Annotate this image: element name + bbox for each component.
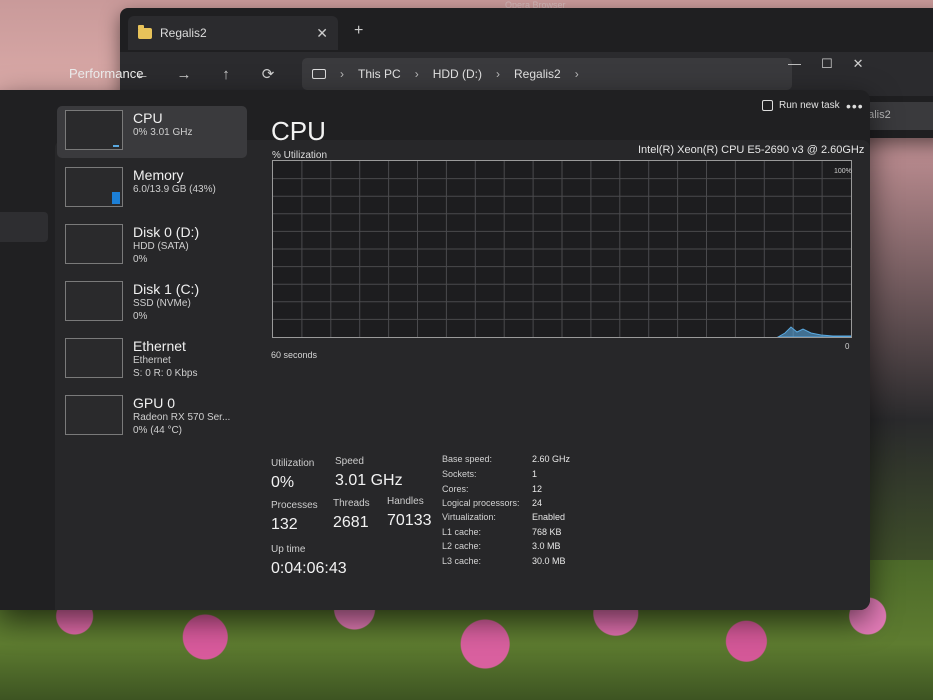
processes-label: Processes (271, 500, 318, 511)
sidebar-item-name: Disk 1 (C:) (133, 281, 200, 297)
spec-value: 1 (532, 469, 538, 479)
forward-arrow-icon[interactable]: → (174, 66, 194, 83)
spec-value: 12 (532, 484, 543, 494)
cpu-thumbnail-graph (65, 110, 123, 150)
sidebar-item-detail: Ethernet (133, 355, 171, 366)
spec-key: L2 cache: (442, 541, 482, 551)
sidebar-item-detail: Radeon RX 570 Ser... (133, 412, 231, 423)
uptime-value: 0:04:06:43 (271, 560, 347, 577)
speed-label: Speed (335, 456, 364, 467)
sidebar-item-detail: 6.0/13.9 GB (43%) (133, 184, 216, 195)
graph-min-label: 0 (845, 342, 850, 351)
processes-value: 132 (271, 516, 298, 533)
sidebar-item-name: Disk 0 (D:) (133, 224, 200, 240)
ethernet-thumbnail-graph (65, 338, 123, 378)
sidebar-item-name: Ethernet (133, 338, 186, 354)
chevron-right-icon: › (496, 67, 501, 81)
cpu-usage-line (776, 326, 851, 337)
sidebar-item-detail: 0% 3.01 GHz (133, 127, 193, 138)
chevron-right-icon: › (340, 67, 344, 81)
gpu-thumbnail-graph (65, 395, 123, 435)
cpu-utilization-graph (272, 160, 852, 338)
explorer-tab-title: Regalis2 (160, 26, 207, 40)
spec-value: Enabled (532, 512, 566, 522)
maximize-button[interactable]: ☐ (821, 56, 833, 72)
handles-value: 70133 (387, 512, 432, 529)
minimize-button[interactable]: — (788, 56, 801, 72)
performance-sidebar: CPU 0% 3.01 GHz Memory 6.0/13.9 GB (43%)… (57, 106, 247, 448)
sidebar-item-memory[interactable]: Memory 6.0/13.9 GB (43%) (57, 163, 247, 215)
close-button[interactable]: ✕ (853, 56, 864, 72)
spec-value: 24 (532, 498, 543, 508)
threads-value: 2681 (333, 514, 369, 531)
computer-icon (312, 69, 326, 79)
spec-value: 2.60 GHz (532, 454, 571, 464)
nav-strip (0, 212, 48, 242)
explorer-tab[interactable]: Regalis2 ✕ (128, 16, 338, 50)
folder-icon (138, 24, 152, 39)
handles-label: Handles (387, 496, 424, 507)
sidebar-item-name: CPU (133, 110, 163, 126)
sidebar-item-detail: 0% (44 °C) (133, 425, 183, 436)
spec-key: Cores: (442, 484, 469, 494)
sidebar-item-detail: SSD (NVMe) (133, 298, 191, 309)
address-bar[interactable]: › This PC › HDD (D:) › Regalis2 › (302, 58, 792, 90)
window-title: Performance (69, 66, 144, 81)
sidebar-item-detail: HDD (SATA) (133, 241, 189, 252)
utilization-label: Utilization (271, 458, 315, 469)
breadcrumb-regalis2[interactable]: Regalis2 (514, 67, 561, 81)
spec-key: Sockets: (442, 469, 477, 479)
graph-grid (273, 161, 851, 337)
sidebar-item-name: Memory (133, 167, 184, 183)
cpu-model-name: Intel(R) Xeon(R) CPU E5-2690 v3 @ 2.60GH… (638, 144, 865, 156)
spec-key: L3 cache: (442, 556, 482, 566)
run-new-task-label: Run new task (779, 100, 840, 111)
spec-value: 768 KB (532, 527, 562, 537)
chevron-right-icon: › (414, 67, 419, 81)
sidebar-item-ethernet[interactable]: Ethernet Ethernet S: 0 R: 0 Kbps (57, 334, 247, 386)
sidebar-item-cpu[interactable]: CPU 0% 3.01 GHz (57, 106, 247, 158)
graph-max-label: 100% (834, 168, 852, 175)
uptime-label: Up time (271, 544, 306, 555)
threads-label: Threads (333, 498, 370, 509)
spec-value: 3.0 MB (532, 541, 561, 551)
refresh-icon[interactable]: ⟳ (258, 65, 278, 83)
breadcrumb-this-pc[interactable]: This PC (358, 67, 401, 81)
sidebar-item-disk1[interactable]: Disk 1 (C:) SSD (NVMe) 0% (57, 277, 247, 329)
spec-key: Logical processors: (442, 498, 520, 508)
spec-value: 30.0 MB (532, 556, 566, 566)
disk1-thumbnail-graph (65, 281, 123, 321)
run-new-task-button[interactable]: Run new task (762, 100, 840, 111)
page-title: CPU (271, 116, 326, 146)
close-tab-icon[interactable]: ✕ (316, 25, 328, 42)
disk0-thumbnail-graph (65, 224, 123, 264)
utilization-value: 0% (271, 474, 295, 491)
sidebar-item-detail: S: 0 R: 0 Kbps (133, 368, 198, 379)
window-controls: — ☐ ✕ (788, 56, 864, 72)
up-arrow-icon[interactable]: ↑ (216, 66, 236, 83)
sidebar-item-name: GPU 0 (133, 395, 176, 411)
sidebar-item-disk0[interactable]: Disk 0 (D:) HDD (SATA) 0% (57, 220, 247, 272)
chevron-right-icon: › (574, 67, 579, 81)
graph-time-label: 60 seconds (271, 350, 318, 360)
sidebar-item-detail: 0% (133, 254, 148, 265)
sidebar-item-gpu0[interactable]: GPU 0 Radeon RX 570 Ser... 0% (44 °C) (57, 391, 247, 443)
speed-value: 3.01 GHz (335, 472, 403, 489)
more-options-button[interactable]: ••• (846, 98, 864, 114)
spec-key: Base speed: (442, 454, 493, 464)
spec-key: L1 cache: (442, 527, 482, 537)
sidebar-item-detail: 0% (133, 311, 148, 322)
spec-key: Virtualization: (442, 512, 496, 522)
new-tab-button[interactable]: + (354, 22, 363, 40)
run-task-icon (762, 100, 773, 111)
breadcrumb-hdd[interactable]: HDD (D:) (433, 67, 482, 81)
memory-thumbnail-graph (65, 167, 123, 207)
